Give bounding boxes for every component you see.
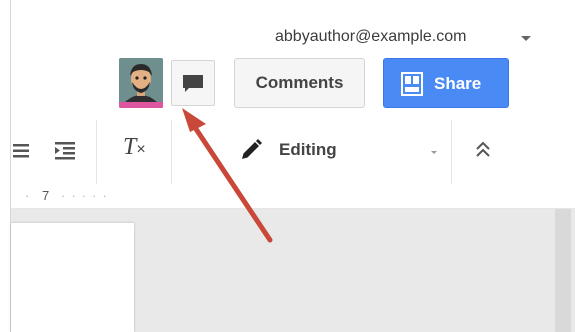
comments-button[interactable]: Comments bbox=[234, 58, 365, 108]
docs-window: abbyauthor@example.com Comments Share T×… bbox=[10, 0, 575, 332]
mode-dropdown-icon[interactable] bbox=[431, 151, 437, 154]
editing-mode-label[interactable]: Editing bbox=[279, 140, 337, 160]
toolbar-divider bbox=[171, 120, 172, 184]
account-dropdown-icon[interactable] bbox=[521, 36, 531, 41]
toolbar-divider bbox=[96, 120, 97, 184]
formatting-toolbar: T× Editing bbox=[11, 120, 575, 185]
chat-button[interactable] bbox=[171, 60, 215, 106]
document-canvas bbox=[11, 209, 575, 332]
share-button[interactable]: Share bbox=[383, 58, 509, 108]
pencil-icon bbox=[242, 139, 262, 159]
document-page[interactable] bbox=[11, 223, 134, 332]
ruler-ticks: · bbox=[25, 188, 32, 203]
list-icon[interactable] bbox=[13, 143, 29, 159]
indent-icon[interactable] bbox=[53, 141, 77, 161]
vertical-scrollbar[interactable] bbox=[555, 209, 571, 332]
clear-formatting-icon[interactable]: T× bbox=[123, 134, 146, 161]
collapse-icon[interactable] bbox=[475, 140, 491, 160]
share-people-icon bbox=[401, 72, 423, 96]
ruler-ticks: ····· bbox=[61, 188, 113, 203]
doc-header: abbyauthor@example.com Comments Share bbox=[11, 0, 575, 121]
chat-bubble-icon bbox=[183, 75, 203, 92]
avatar[interactable] bbox=[119, 58, 163, 108]
share-label: Share bbox=[434, 74, 482, 93]
ruler-number: 7 bbox=[42, 188, 50, 203]
account-email[interactable]: abbyauthor@example.com bbox=[275, 28, 466, 46]
ruler: · 7 ····· bbox=[11, 184, 575, 209]
toolbar-divider bbox=[451, 120, 452, 184]
